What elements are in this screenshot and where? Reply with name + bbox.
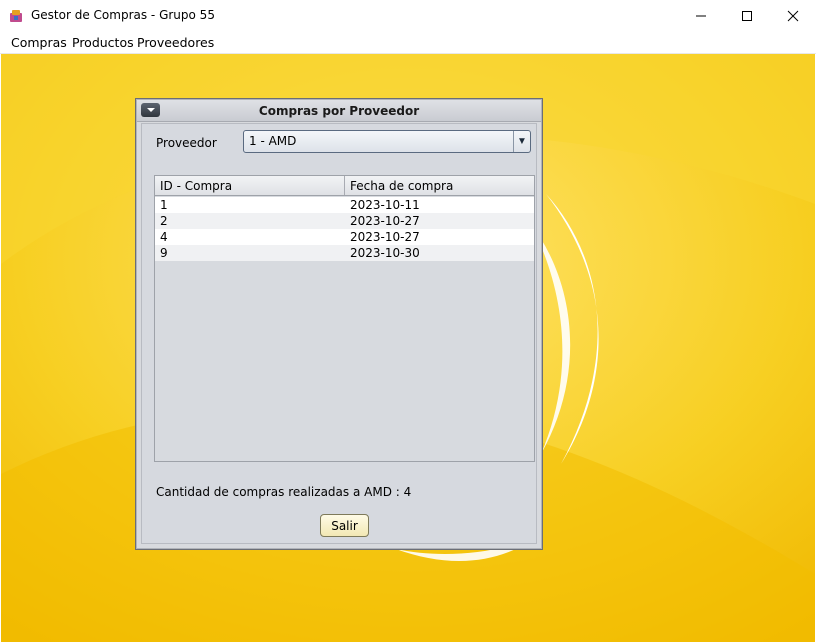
maximize-icon — [742, 11, 752, 21]
proveedor-label: Proveedor — [156, 136, 217, 150]
column-header-fecha[interactable]: Fecha de compra — [350, 179, 453, 193]
menubar: Compras Productos Proveedores — [0, 32, 816, 54]
menu-proveedores[interactable]: Proveedores — [137, 35, 214, 50]
dropdown-arrow-icon[interactable]: ▼ — [513, 131, 530, 152]
cell-id: 4 — [160, 230, 168, 244]
salir-button[interactable]: Salir — [320, 514, 369, 537]
cell-fecha: 2023-10-27 — [350, 230, 420, 244]
cell-fecha: 2023-10-30 — [350, 246, 420, 260]
dialog-title: Compras por Proveedor — [258, 104, 420, 118]
minimize-button[interactable] — [678, 0, 724, 32]
column-divider[interactable] — [344, 176, 345, 195]
table-row[interactable]: 4 2023-10-27 — [155, 229, 534, 245]
window-titlebar: Gestor de Compras - Grupo 55 — [0, 0, 816, 32]
cell-id: 2 — [160, 214, 168, 228]
menu-compras[interactable]: Compras — [11, 35, 67, 50]
compras-por-proveedor-dialog: Compras por Proveedor Proveedor 1 - AMD … — [135, 98, 543, 550]
table-row[interactable]: 2 2023-10-27 — [155, 213, 534, 229]
minimize-icon — [696, 15, 706, 17]
table-row[interactable]: 9 2023-10-30 — [155, 245, 534, 261]
maximize-button[interactable] — [724, 0, 770, 32]
dialog-titlebar[interactable]: Compras por Proveedor — [137, 100, 541, 122]
table-row[interactable]: 1 2023-10-11 — [155, 197, 534, 213]
cell-fecha: 2023-10-27 — [350, 214, 420, 228]
proveedor-selected-value: 1 - AMD — [249, 134, 297, 148]
compras-summary-label: Cantidad de compras realizadas a AMD : 4 — [156, 485, 412, 499]
close-icon — [787, 10, 799, 22]
cell-id: 9 — [160, 246, 168, 260]
menu-productos[interactable]: Productos — [72, 35, 134, 50]
cell-fecha: 2023-10-11 — [350, 198, 420, 212]
app-icon — [8, 8, 24, 24]
dialog-content: Proveedor 1 - AMD ▼ ID - Compra Fecha de… — [141, 123, 537, 544]
cell-id: 1 — [160, 198, 168, 212]
column-header-id[interactable]: ID - Compra — [160, 179, 232, 193]
table-header: ID - Compra Fecha de compra — [155, 176, 534, 196]
close-button[interactable] — [770, 0, 816, 32]
window-title: Gestor de Compras - Grupo 55 — [31, 8, 215, 22]
proveedor-combobox[interactable]: 1 - AMD ▼ — [243, 130, 531, 153]
compras-table[interactable]: ID - Compra Fecha de compra 1 2023-10-11… — [154, 175, 535, 462]
